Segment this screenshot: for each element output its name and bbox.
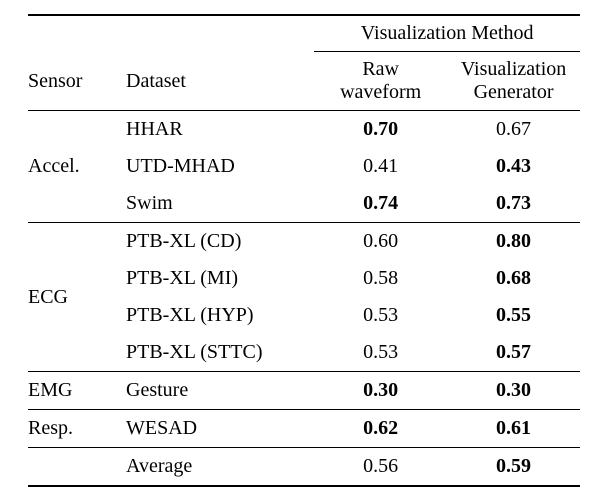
- table: Visualization Method Sensor Dataset Raw …: [28, 14, 580, 487]
- value-vis: 0.67: [447, 111, 580, 149]
- value-raw: 0.60: [314, 223, 447, 261]
- dataset-cell: HHAR: [120, 111, 314, 149]
- dataset-cell: UTD-MHAD: [120, 148, 314, 185]
- table-row: Resp. WESAD 0.62 0.61: [28, 410, 580, 448]
- header-spanner: Visualization Method: [314, 15, 580, 52]
- dataset-cell: Swim: [120, 185, 314, 223]
- value-vis: 0.73: [447, 185, 580, 223]
- value-raw: 0.53: [314, 297, 447, 334]
- value-vis: 0.59: [447, 448, 580, 487]
- table-row: Accel. HHAR 0.70 0.67: [28, 111, 580, 149]
- average-label: Average: [120, 448, 314, 487]
- value-vis: 0.43: [447, 148, 580, 185]
- dataset-cell: PTB-XL (STTC): [120, 334, 314, 372]
- dataset-cell: WESAD: [120, 410, 314, 448]
- dataset-cell: Gesture: [120, 372, 314, 410]
- header-vis-l1: Visualization: [461, 58, 566, 80]
- header-sensor: Sensor: [28, 52, 120, 111]
- value-vis: 0.80: [447, 223, 580, 261]
- value-raw: 0.74: [314, 185, 447, 223]
- value-vis: 0.57: [447, 334, 580, 372]
- value-raw: 0.30: [314, 372, 447, 410]
- value-vis: 0.68: [447, 260, 580, 297]
- header-raw: Raw waveform: [314, 52, 447, 111]
- value-raw: 0.70: [314, 111, 447, 149]
- value-vis: 0.61: [447, 410, 580, 448]
- header-vis-l2: Generator: [474, 81, 554, 103]
- value-vis: 0.55: [447, 297, 580, 334]
- sensor-cell: Resp.: [28, 410, 120, 448]
- sensor-cell: [28, 448, 120, 487]
- header-blank: [28, 15, 120, 52]
- table-row: ECG PTB-XL (CD) 0.60 0.80: [28, 223, 580, 261]
- header-raw-l2: waveform: [340, 81, 421, 103]
- sensor-cell: ECG: [28, 223, 120, 372]
- value-raw: 0.41: [314, 148, 447, 185]
- dataset-cell: PTB-XL (CD): [120, 223, 314, 261]
- value-raw: 0.62: [314, 410, 447, 448]
- value-raw: 0.53: [314, 334, 447, 372]
- sensor-cell: EMG: [28, 372, 120, 410]
- results-table: Visualization Method Sensor Dataset Raw …: [0, 0, 608, 495]
- table-row: EMG Gesture 0.30 0.30: [28, 372, 580, 410]
- dataset-cell: PTB-XL (MI): [120, 260, 314, 297]
- header-dataset: Dataset: [120, 52, 314, 111]
- value-vis: 0.30: [447, 372, 580, 410]
- table-row-average: Average 0.56 0.59: [28, 448, 580, 487]
- value-raw: 0.56: [314, 448, 447, 487]
- header-blank: [120, 15, 314, 52]
- dataset-cell: PTB-XL (HYP): [120, 297, 314, 334]
- value-raw: 0.58: [314, 260, 447, 297]
- header-vis: Visualization Generator: [447, 52, 580, 111]
- sensor-cell: Accel.: [28, 111, 120, 223]
- header-raw-l1: Raw: [362, 58, 399, 80]
